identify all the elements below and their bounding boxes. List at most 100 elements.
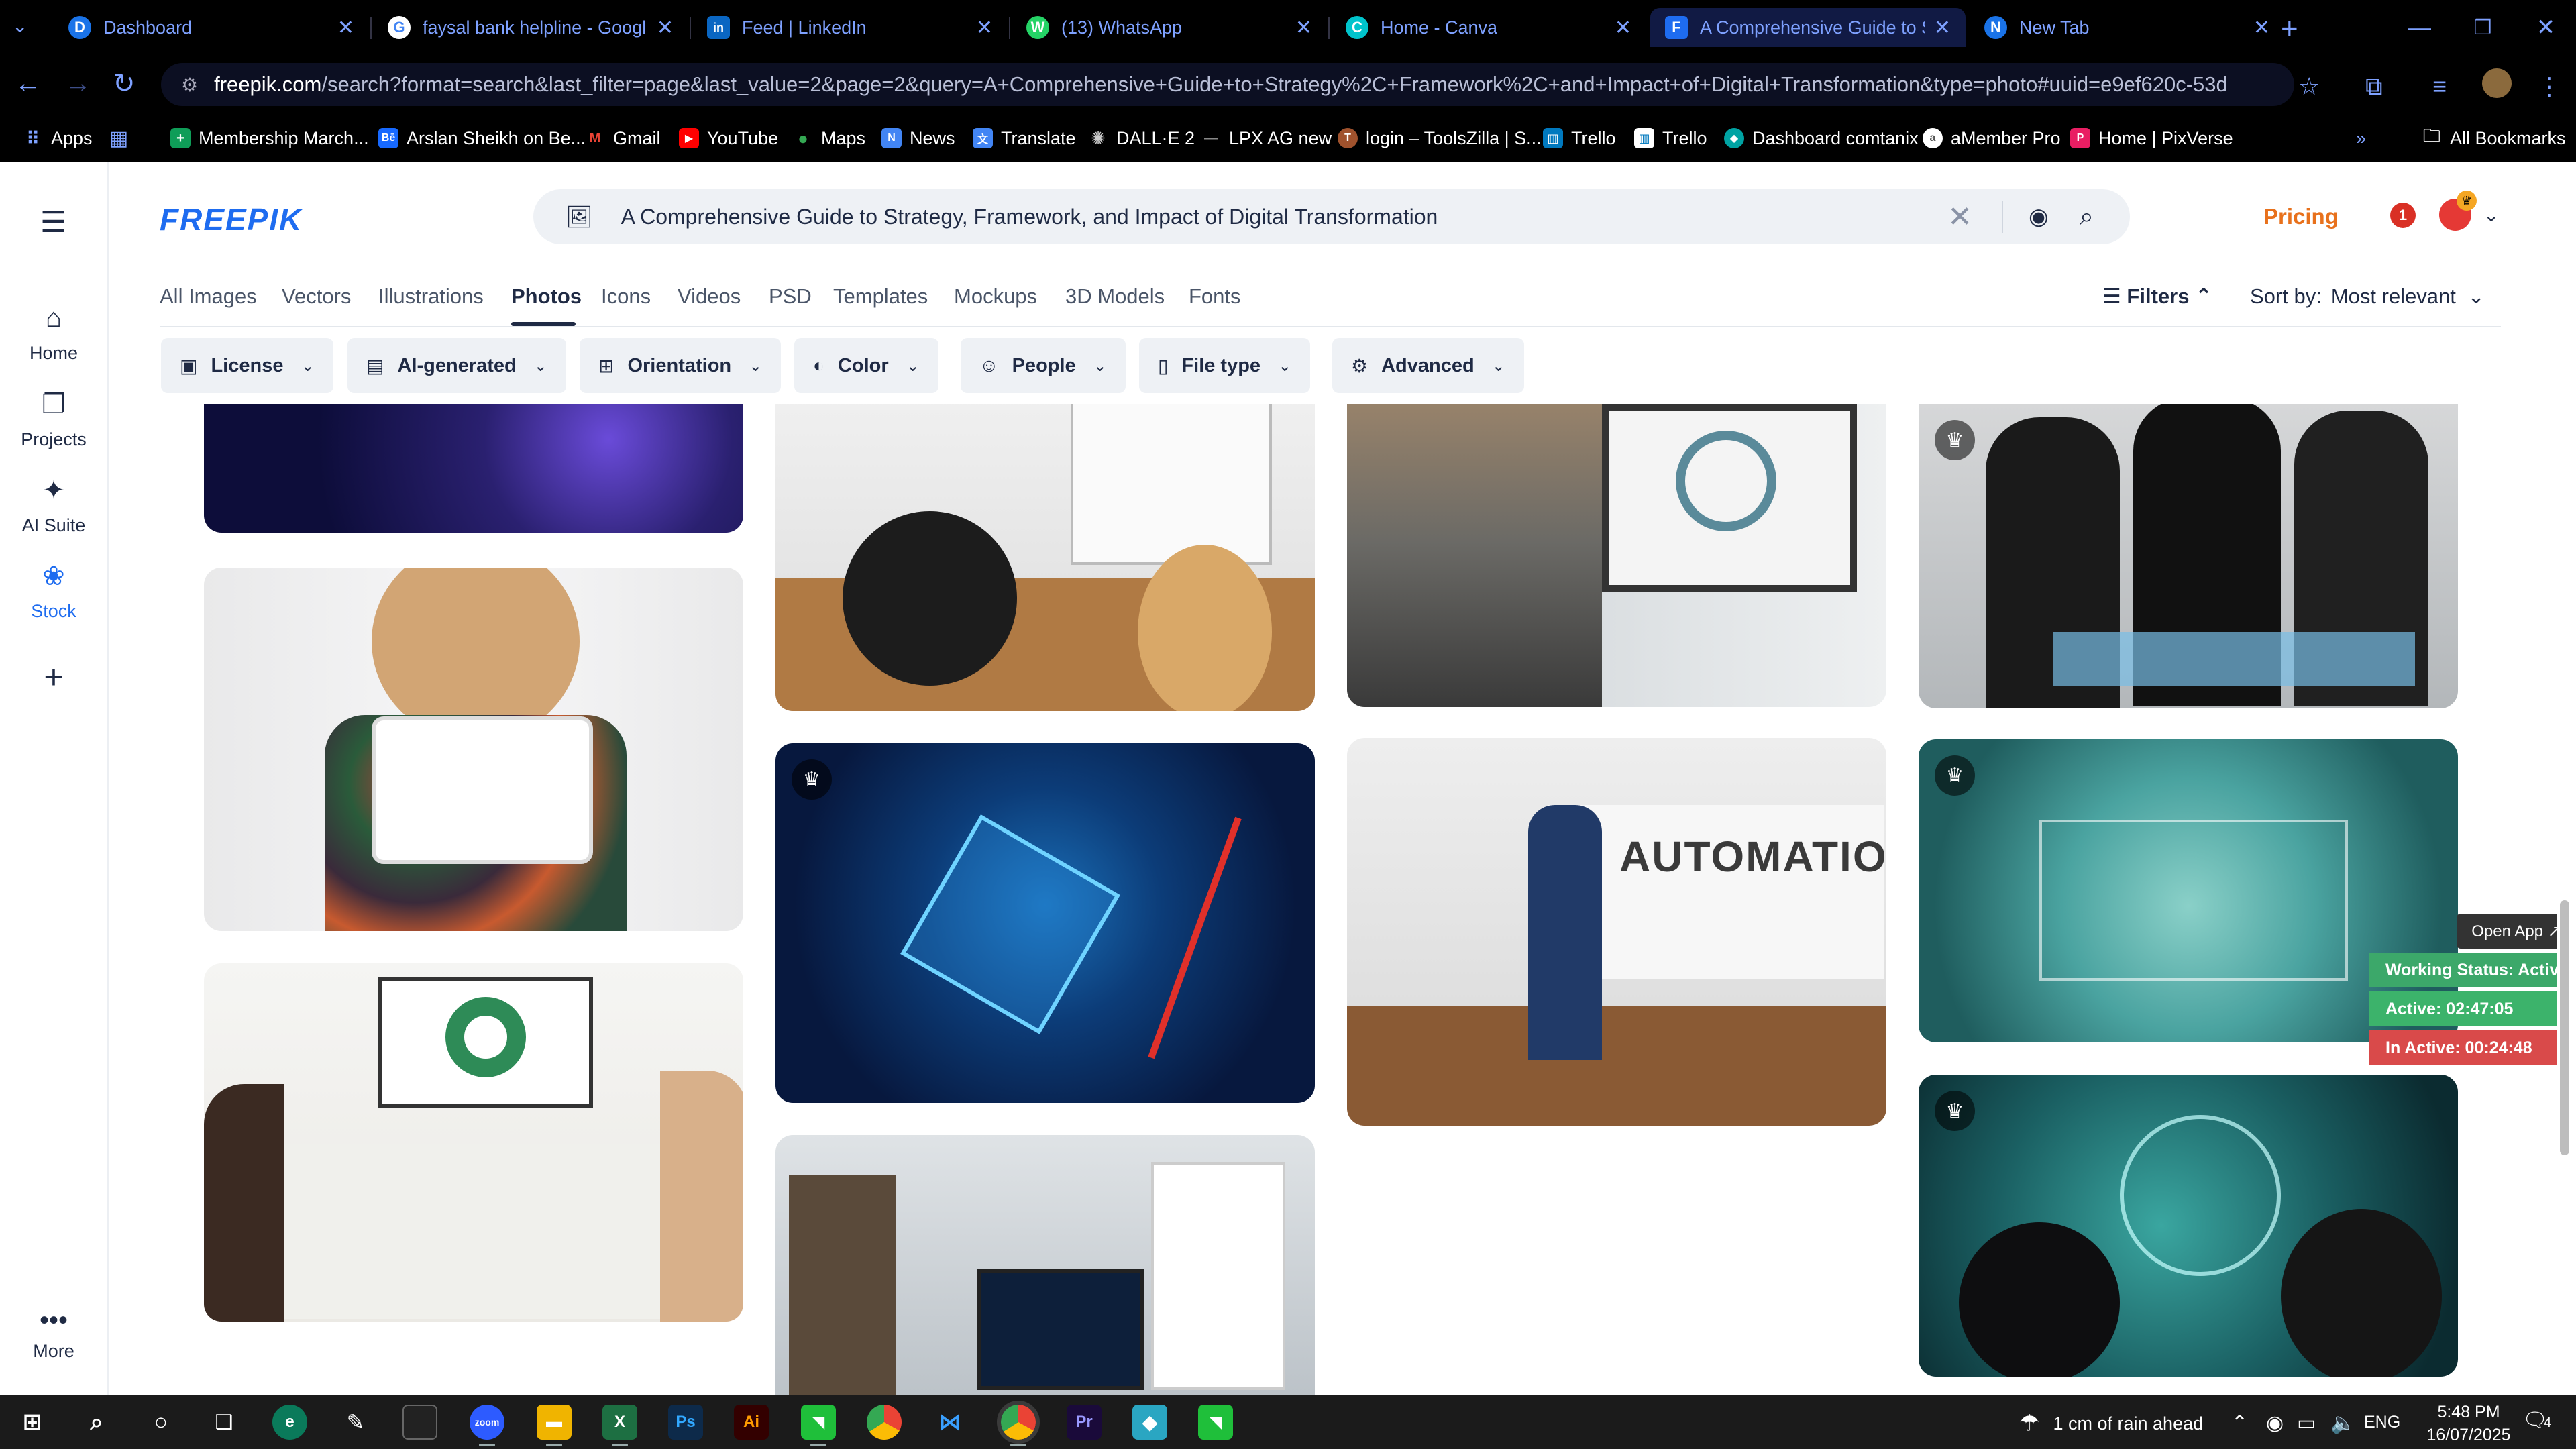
notification-center-icon[interactable]: 🗨4 [2522,1409,2551,1432]
new-tab-plus-icon[interactable]: + [2281,12,2298,46]
weather-widget[interactable]: ☂ 1 cm of rain ahead [2019,1410,2203,1437]
tab-google-search[interactable]: G faysal bank helpline - Google S ✕ [373,8,688,47]
tab-whatsapp[interactable]: W (13) WhatsApp ✕ [1012,8,1327,47]
green-app-2-icon[interactable]: ◥ [1198,1405,1233,1440]
tab-linkedin[interactable]: in Feed | LinkedIn ✕ [692,8,1008,47]
scrollbar-track[interactable] [2557,162,2576,1395]
bookmark-maps[interactable]: ● Maps [793,126,865,150]
bookmark-grid[interactable]: ▦ [109,126,137,150]
bookmark-behance[interactable]: Bē Arslan Sheikh on Be... [378,126,586,150]
sort-dropdown[interactable]: Sort by: Most relevant ⌄ [2250,284,2485,309]
bookmark-youtube[interactable]: ▶ YouTube [679,126,778,150]
camera-search-icon[interactable]: ◉ [2029,203,2049,230]
hamburger-menu-icon[interactable]: ☰ [40,205,66,239]
close-tab-icon[interactable]: ✕ [657,16,674,40]
photo-team-meeting-table[interactable] [204,963,743,1322]
file-explorer-icon[interactable]: ▬ [537,1405,572,1446]
search-input[interactable]: A Comprehensive Guide to Strategy, Frame… [621,205,1948,229]
search-bar[interactable]: 🖼 A Comprehensive Guide to Strategy, Fra… [533,189,2130,244]
tab-psd[interactable]: PSD [769,284,812,309]
tab-mockups[interactable]: Mockups [954,284,1037,309]
nav-more[interactable]: ••• More [0,1305,107,1362]
profile-avatar[interactable] [2482,68,2512,98]
address-bar[interactable]: ⚙ freepik.com/search?format=search&last_… [161,63,2294,106]
tab-3d-models[interactable]: 3D Models [1065,284,1165,309]
tab-illustrations[interactable]: Illustrations [378,284,484,309]
url-text[interactable]: freepik.com/search?format=search&last_fi… [214,72,2226,97]
scrollbar-thumb[interactable] [2560,900,2569,1155]
task-view-icon[interactable]: ❏ [207,1405,241,1440]
filter-people[interactable]: ☺ People ⌄ [961,338,1126,393]
bookmark-membership[interactable]: + Membership March... [170,126,369,150]
forward-arrow-icon[interactable]: → [64,68,91,99]
photo-whiteboard-presentation[interactable] [775,404,1315,711]
bookmark-news[interactable]: N News [881,126,955,150]
chrome-icon[interactable] [867,1405,902,1440]
nav-ai-suite[interactable]: ✦ AI Suite [0,475,107,536]
app-diamond-icon[interactable]: ◆ [1132,1405,1167,1440]
system-clock[interactable]: 5:48 PM 16/07/2025 [2415,1401,2522,1446]
clear-search-icon[interactable]: ✕ [1947,200,1972,234]
extensions-icon[interactable]: ⧉ [2365,72,2383,101]
zoom-icon[interactable]: zoom [470,1405,504,1446]
tab-fonts[interactable]: Fonts [1189,284,1241,309]
bookmark-translate[interactable]: 文 Translate [973,126,1076,150]
bookmark-dalle[interactable]: ✺ DALL·E 2 [1088,126,1195,150]
minimize-icon[interactable]: — [2388,0,2451,55]
green-app-icon[interactable]: ◥ [801,1405,836,1446]
excel-icon[interactable]: X [602,1405,637,1446]
tab-icons[interactable]: Icons [601,284,651,309]
filter-license[interactable]: ▣ License ⌄ [161,338,333,393]
tab-vectors[interactable]: Vectors [282,284,351,309]
windows-start-icon[interactable]: ⊞ [15,1405,50,1440]
close-tab-icon[interactable]: ✕ [1615,16,1631,40]
bookmark-toolszilla[interactable]: Tlogin – ToolsZilla | S... [1338,126,1542,150]
back-arrow-icon[interactable]: ← [15,68,42,99]
edge-icon[interactable]: e [272,1405,307,1440]
all-bookmarks-folder[interactable]: 🗀 All Bookmarks [2422,125,2566,150]
close-tab-icon[interactable]: ✕ [1934,16,1951,40]
chrome-active-icon[interactable] [997,1401,1040,1446]
filter-file-type[interactable]: ▯ File type ⌄ [1139,338,1311,393]
network-icon[interactable]: ▭ [2297,1411,2316,1435]
user-avatar[interactable]: ♛ [2439,191,2477,231]
pen-tool-icon[interactable]: ✎ [338,1405,373,1440]
tab-photos[interactable]: Photos [511,284,582,309]
tab-search-chevron-icon[interactable]: ⌄ [12,15,28,37]
filter-advanced[interactable]: ⚙ Advanced ⌄ [1332,338,1524,393]
language-indicator[interactable]: ENG [2364,1413,2400,1432]
cortana-circle-icon[interactable]: ○ [144,1405,178,1440]
browser-menu-icon[interactable]: ⋮ [2537,72,2561,101]
pricing-link[interactable]: Pricing [2263,204,2339,229]
site-info-icon[interactable]: ⚙ [181,74,198,96]
photo-office-presentation-2[interactable] [775,1135,1315,1395]
nav-stock[interactable]: ❀ Stock [0,561,107,622]
more-bookmarks-chevron-icon[interactable]: » [2356,126,2366,150]
nav-projects[interactable]: ❐ Projects [0,389,107,450]
close-tab-icon[interactable]: ✕ [2253,16,2270,40]
image-type-icon[interactable]: 🖼 [566,204,593,229]
bookmark-star-icon[interactable]: ☆ [2298,72,2320,101]
bookmark-dashboard-comtanix[interactable]: ◆ Dashboard comtanix [1724,126,1919,150]
close-tab-icon[interactable]: ✕ [1295,16,1312,40]
freepik-logo[interactable]: FREEPIK [160,201,303,237]
photo-business-handshake[interactable]: ♛ [1919,404,2458,708]
volume-icon[interactable]: 🔈 [2330,1411,2355,1435]
premiere-icon[interactable]: Pr [1067,1405,1102,1440]
filter-color[interactable]: ◐ Color ⌄ [794,338,938,393]
search-icon[interactable]: ⌕ [79,1405,114,1440]
tab-canva[interactable]: C Home - Canva ✕ [1331,8,1646,47]
bookmark-trello-1[interactable]: ▥ Trello [1543,126,1616,150]
photo-team-top-view-hologram[interactable]: ♛ [1919,1075,2458,1377]
bookmark-gmail[interactable]: M Gmail [585,126,661,150]
bookmark-amember[interactable]: a aMember Pro [1923,126,2061,150]
tab-dashboard[interactable]: D Dashboard ✕ [54,8,369,47]
filter-orientation[interactable]: ⊞ Orientation ⌄ [580,338,782,393]
media-controls-icon[interactable]: ≡ [2432,72,2447,101]
tray-chevron-up-icon[interactable]: ⌃ [2231,1411,2248,1435]
vscode-icon[interactable]: ⋈ [932,1405,967,1440]
bookmark-pixverse[interactable]: P Home | PixVerse [2070,126,2233,150]
tab-freepik-active[interactable]: F A Comprehensive Guide to Stra ✕ [1650,8,1966,47]
photo-woman-tablet[interactable] [204,568,743,931]
restore-window-icon[interactable]: ❐ [2451,0,2514,55]
